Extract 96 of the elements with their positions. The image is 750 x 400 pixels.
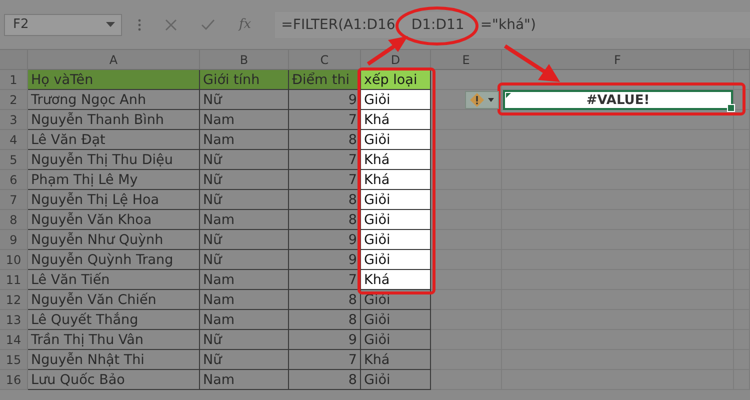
table-cell: Điểm thi [289,70,361,90]
cancel-icon[interactable] [165,18,177,30]
formula-field[interactable]: =FILTER(A1:D16 D1:D11 ="khá") [275,12,750,38]
table-cell: Giỏi [361,310,431,330]
empty-cell [431,330,502,350]
table-cell: Khá [361,150,431,170]
caret-icon [106,22,115,27]
table-cell: Lê Văn Đạt [28,130,200,150]
row-header[interactable]: 13 [0,310,28,330]
table-cell: Nguyễn Văn Khoa [28,210,200,230]
table-cell: Nguyễn Nhật Thi [28,350,200,370]
table-cell: Giỏi [361,370,431,390]
table-cell: Nữ [200,90,289,110]
table-cell: Nguyễn Thị Lệ Hoa [28,190,200,210]
table-cell: Giỏi [361,130,431,150]
arrow [504,44,560,82]
row-header[interactable]: 3 [0,110,28,130]
table-cell: Phạm Thị Lê My [28,170,200,190]
table-cell: 7 [289,350,361,370]
grip-icon [138,18,141,30]
table-cell: xếp loại [361,70,431,90]
table-cell: Giỏi [361,330,431,350]
column-header[interactable]: C [289,50,361,70]
table-cell: Nữ [200,170,289,190]
row-header[interactable]: 7 [0,190,28,210]
table-cell: Nữ [200,190,289,210]
table-cell: Khá [361,110,431,130]
insert-function-button[interactable]: fx [239,17,252,32]
select-all-corner[interactable] [0,50,28,70]
table-cell: Nam [200,270,289,290]
table-cell: Lê Quyết Thắng [28,310,200,330]
empty-cell [431,370,502,390]
table-cell: Khá [361,270,431,290]
name-box[interactable]: F2 [4,14,122,36]
empty-cell [734,90,750,110]
warning-icon [470,93,484,107]
table-cell: Giỏi [361,190,431,210]
table-cell: Nữ [200,230,289,250]
table-cell: Nam [200,370,289,390]
column-header[interactable]: F [502,50,734,70]
table-cell: Nguyễn Văn Chiến [28,290,200,310]
row-header[interactable]: 11 [0,270,28,290]
table-cell: Khá [361,170,431,190]
check-icon[interactable] [201,18,215,30]
column-header[interactable] [734,50,750,70]
arrow [366,36,408,66]
empty-cell [431,290,502,310]
table-cell: Trương Ngọc Anh [28,90,200,110]
table-cell: Nữ [200,150,289,170]
table-cell: 9 [289,330,361,350]
result-cell[interactable]: #VALUE! [503,90,733,110]
table-cell: Nam [200,290,289,310]
table-cell: Nam [200,130,289,150]
table-cell: Nguyễn Như Quỳnh [28,230,200,250]
table-cell: Giới tính [200,70,289,90]
table-cell: 8 [289,370,361,390]
row-header[interactable]: 10 [0,250,28,270]
row-header[interactable]: 8 [0,210,28,230]
table-cell: Nguyễn Thị Thu Diệu [28,150,200,170]
empty-cell [431,350,502,370]
table-cell: Lê Văn Tiến [28,270,200,290]
row-header[interactable]: 4 [0,130,28,150]
column-header[interactable]: E [431,50,502,70]
table-cell: Nguyễn Quỳnh Trang [28,250,200,270]
table-cell: Họ vàTên [28,70,200,90]
table-cell: Nữ [200,250,289,270]
caret-icon [488,98,494,102]
error-options-button[interactable] [465,91,499,109]
table-cell: Trần Thị Thu Vân [28,330,200,350]
row-header[interactable]: 9 [0,230,28,250]
row-header[interactable]: 16 [0,370,28,390]
empty-cell [431,310,502,330]
empty-cell [734,110,750,130]
table-cell: Nữ [200,350,289,370]
table-cell: 8 [289,290,361,310]
row-header[interactable]: 14 [0,330,28,350]
table-cell: Giỏi [361,230,431,250]
row-header[interactable]: 5 [0,150,28,170]
column-header[interactable]: B [200,50,289,70]
table-cell: Nguyễn Thanh Bình [28,110,200,130]
table-cell: Nữ [200,330,289,350]
table-cell: Nam [200,210,289,230]
table-cell: Khá [361,350,431,370]
table-cell: Nam [200,310,289,330]
row-header[interactable]: 2 [0,90,28,110]
table-cell: Giỏi [361,250,431,270]
column-header[interactable]: A [28,50,200,70]
table-cell: Giỏi [361,90,431,110]
row-header[interactable]: 6 [0,170,28,190]
row-header[interactable]: 1 [0,70,28,90]
table-cell: Nam [200,110,289,130]
table-cell: Giỏi [361,210,431,230]
table-cell: 8 [289,310,361,330]
row-header[interactable]: 12 [0,290,28,310]
table-cell: Lưu Quốc Bảo [28,370,200,390]
row-header[interactable]: 15 [0,350,28,370]
